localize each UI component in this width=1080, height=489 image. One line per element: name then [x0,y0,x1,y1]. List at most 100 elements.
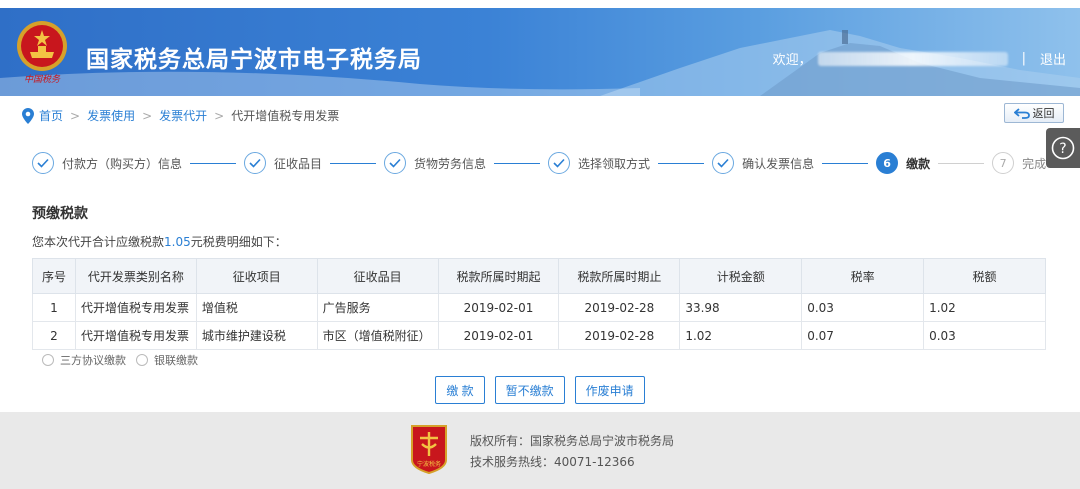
cell-period-end: 2019-02-28 [558,321,681,350]
cell-invoice-type: 代开增值税专用发票 [74,321,197,350]
breadcrumb-invoice-issue[interactable]: 发票代开 [159,107,207,124]
cell-tax-amount: 1.02 [923,293,1046,322]
pay-option-tripartite[interactable]: 三方协议缴款 [42,352,126,368]
cell-tax-category: 广告服务 [316,293,439,322]
cell-invoice-type: 代开增值税专用发票 [74,293,197,322]
summary-suffix: 元税费明细如下： [190,235,287,249]
void-request-button[interactable]: 作废申请 [574,376,645,404]
footer-text: 版权所有：国家税务总局宁波市税务局 技术服务热线：40071-12366 [470,431,674,473]
tax-emblem-icon [17,21,67,71]
back-label: 返回 [1032,107,1055,120]
column-header: 税额 [923,258,1046,294]
defer-payment-button[interactable]: 暂不缴款 [494,376,565,404]
radio-button[interactable] [136,354,148,366]
column-header: 征收项目 [195,258,318,294]
step-number: 7 [992,152,1015,174]
section-title: 预缴税款 [32,206,88,222]
check-icon [548,152,571,174]
pay-option-label: 三方协议缴款 [60,354,126,367]
step-label: 选择领取方式 [578,156,651,171]
step-connector [330,162,377,164]
step-3: 货物劳务信息 [384,152,486,174]
column-header: 税率 [801,258,925,294]
step-label: 货物劳务信息 [414,156,487,171]
footer-copyright: 版权所有：国家税务总局宁波市税务局 [470,434,675,448]
cell-taxable-amount: 1.02 [679,321,803,350]
tax-summary: 您本次代开合计应缴税款1.05元税费明细如下： [32,233,287,250]
payment-options: 三方协议缴款 银联缴款 [42,352,208,368]
back-button[interactable]: 返回 [1004,103,1064,123]
pay-button[interactable]: 缴 款 [435,376,485,404]
welcome-text: 欢迎， [772,53,812,68]
page: 中国税务 国家税务总局宁波市电子税务局 欢迎， | 退出 首页 > 发票使用 >… [0,0,1080,489]
step-connector [822,162,869,164]
column-header: 代开发票类别名称 [74,258,197,294]
table-row: 1 代开增值税专用发票 增值税 广告服务 2019-02-01 2019-02-… [32,293,1046,322]
step-connector [938,162,985,164]
step-5: 确认发票信息 [712,152,814,174]
step-label: 征收品目 [274,156,323,171]
tax-detail-table: 序号 代开发票类别名称 征收项目 征收品目 税款所属时期起 税款所属时期止 计税… [32,258,1046,350]
summary-prefix: 您本次代开合计应缴税款 [32,235,165,249]
pay-option-unionpay[interactable]: 银联缴款 [136,352,198,368]
column-header: 计税金额 [679,258,803,294]
table-row: 2 代开增值税专用发票 城市维护建设税 市区（增值税附征） 2019-02-01… [32,321,1046,350]
footer-hotline: 技术服务热线：40071-12366 [470,455,635,469]
return-arrow-icon [1013,107,1030,119]
step-connector [190,162,237,164]
column-header: 序号 [32,258,76,294]
step-6: 6 缴款 [876,152,930,174]
cell-period-start: 2019-02-01 [437,321,560,350]
breadcrumb-home[interactable]: 首页 [39,107,63,124]
footer-logo-caption: 宁波税务 [417,460,441,468]
breadcrumb-arrow: > [214,108,225,123]
table-header-row: 序号 代开发票类别名称 征收项目 征收品目 税款所属时期起 税款所属时期止 计税… [32,258,1046,294]
help-glyph: ? [1059,141,1066,157]
action-buttons: 缴 款 暂不缴款 作废申请 [0,376,1080,404]
step-label: 完成 [1022,156,1047,171]
column-header: 税款所属时期止 [558,258,681,294]
ningbo-tax-logo-icon: 宁波税务 [411,425,447,474]
step-2: 征收品目 [244,152,322,174]
breadcrumb-current: 代开增值税专用发票 [231,109,340,123]
breadcrumb: 首页 > 发票使用 > 发票代开 > 代开增值税专用发票 [22,107,339,124]
breadcrumb-arrow: > [70,108,81,123]
step-label: 确认发票信息 [742,156,815,171]
cell-tax-amount: 0.03 [923,321,1046,350]
progress-steps: 付款方（购买方）信息 征收品目 货物劳务信息 选择领取方式 确认发票信息 6 缴… [32,150,1046,176]
logout-link[interactable]: 退出 [1040,49,1066,68]
location-pin-icon [22,107,34,124]
cell-index: 1 [32,293,76,322]
site-footer: 宁波税务 版权所有：国家税务总局宁波市税务局 技术服务热线：40071-1236… [0,412,1080,489]
step-1: 付款方（购买方）信息 [32,152,182,174]
cell-tax-category: 市区（增值税附征） [316,321,439,350]
step-label: 缴款 [906,156,931,171]
check-icon [384,152,407,174]
help-icon: ? [1051,136,1075,160]
cell-period-start: 2019-02-01 [437,293,560,322]
check-icon [712,152,735,174]
radio-button[interactable] [42,354,54,366]
user-name-blurred [817,51,1008,66]
column-header: 征收品目 [316,258,439,294]
column-header: 税款所属时期起 [437,258,560,294]
emblem-caption: 中国税务 [23,75,60,85]
cell-period-end: 2019-02-28 [558,293,681,322]
site-header: 中国税务 国家税务总局宁波市电子税务局 欢迎， | 退出 [0,8,1080,96]
check-icon [32,152,54,174]
cell-tax-item: 城市维护建设税 [195,321,318,350]
user-area: 欢迎， | 退出 [773,49,1066,68]
cell-index: 2 [32,321,76,350]
step-4: 选择领取方式 [548,152,650,174]
step-7: 7 完成 [992,152,1046,174]
step-connector [494,162,541,164]
cell-tax-rate: 0.03 [801,293,925,322]
header-separator: | [1021,51,1026,66]
breadcrumb-arrow: > [142,108,153,123]
help-button[interactable]: ? [1046,128,1080,168]
step-label: 付款方（购买方）信息 [62,156,183,171]
step-number: 6 [876,152,899,174]
cell-taxable-amount: 33.98 [679,293,803,322]
breadcrumb-invoice-use[interactable]: 发票使用 [87,107,135,124]
cell-tax-rate: 0.07 [801,321,925,350]
